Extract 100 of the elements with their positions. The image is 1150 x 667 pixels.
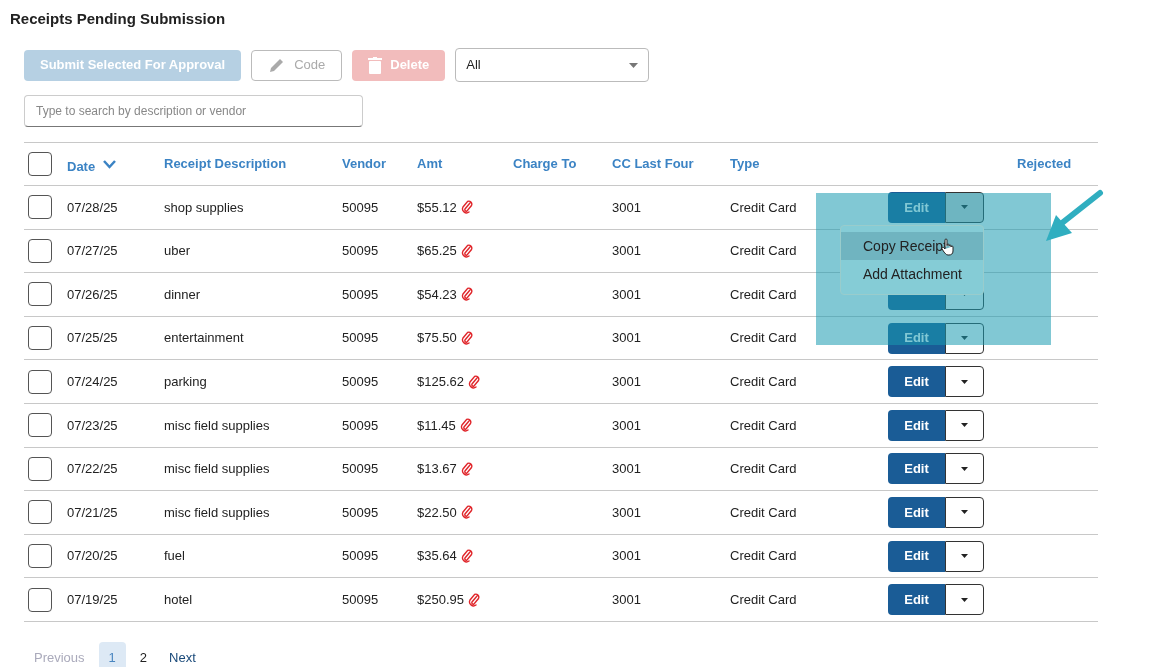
checkbox[interactable]: [28, 500, 52, 525]
next-link[interactable]: Next: [161, 641, 204, 667]
page-link[interactable]: 1: [98, 641, 126, 667]
card-last-four-cell: 3001: [612, 199, 641, 215]
caret-icon: [961, 554, 968, 559]
vendor-cell: 50095: [342, 286, 379, 302]
checkbox[interactable]: [28, 544, 52, 569]
description-cell: parking: [164, 373, 207, 389]
date-cell: 07/26/25: [67, 286, 118, 302]
dropdown-toggle[interactable]: [945, 409, 984, 441]
caret-icon: [961, 205, 968, 210]
checkbox[interactable]: [28, 152, 52, 176]
date-cell: 07/20/25: [67, 548, 118, 564]
column-header[interactable]: Type: [730, 156, 760, 172]
paperclip-icon[interactable]: [468, 374, 480, 389]
caret-icon: [961, 466, 968, 471]
vendor-cell: 50095: [342, 591, 379, 607]
paperclip-icon[interactable]: [460, 200, 473, 215]
caret-icon: [629, 62, 639, 68]
checkbox[interactable]: [28, 587, 52, 612]
edit-button[interactable]: Edit: [888, 366, 945, 398]
date-cell: 07/24/25: [67, 373, 118, 389]
description-cell: shop supplies: [164, 199, 244, 215]
description-cell: misc field supplies: [164, 461, 270, 477]
edit-button[interactable]: Edit: [888, 409, 945, 441]
checkbox[interactable]: [28, 326, 52, 351]
description-cell: misc field supplies: [164, 417, 270, 433]
checkbox[interactable]: [28, 238, 52, 263]
date-cell: 07/19/25: [67, 591, 118, 607]
paperclip-icon[interactable]: [460, 505, 473, 520]
paperclip-icon[interactable]: [460, 243, 473, 258]
vendor-cell: 50095: [342, 330, 379, 346]
amount-cell-text: $75.50: [417, 329, 457, 348]
dropdown-toggle[interactable]: [945, 453, 984, 485]
description-cell: entertainment: [164, 330, 244, 346]
type-cell: Credit Card: [730, 417, 797, 433]
checkbox[interactable]: [28, 456, 52, 481]
card-last-four-cell: 3001: [612, 286, 641, 302]
date-cell: 07/23/25: [67, 417, 118, 433]
date-cell: 07/27/25: [67, 243, 118, 259]
amount-cell-text: $250.95: [417, 590, 464, 609]
caret-icon: [961, 379, 968, 384]
amount-cell-text: $55.12: [417, 198, 457, 217]
paperclip-icon[interactable]: [460, 287, 473, 302]
menu-item[interactable]: Add Attachment: [841, 260, 983, 288]
amount-cell-text: $54.23: [417, 285, 457, 304]
paperclip-icon[interactable]: [460, 549, 473, 564]
amount-cell-text: $125.62: [417, 372, 464, 391]
type-cell: Credit Card: [730, 591, 797, 607]
type-cell: Credit Card: [730, 286, 797, 302]
description-cell: uber: [164, 243, 191, 259]
dropdown-toggle[interactable]: [945, 366, 984, 398]
edit-button[interactable]: Edit: [888, 584, 945, 616]
search-field[interactable]: Type to search by description or vendor: [24, 95, 363, 127]
vendor-cell: 50095: [342, 548, 379, 564]
checkbox[interactable]: [28, 282, 52, 307]
card-last-four-cell: 3001: [612, 417, 641, 433]
edit-button[interactable]: Edit: [888, 540, 945, 572]
caret-icon: [961, 510, 968, 515]
chevron-down-icon[interactable]: [103, 159, 117, 169]
dropdown-toggle[interactable]: [945, 191, 984, 223]
dropdown-toggle[interactable]: [945, 496, 984, 528]
amount-cell-text: $65.25: [417, 242, 457, 261]
caret-icon: [961, 597, 968, 602]
edit-button[interactable]: Edit: [888, 191, 945, 223]
vendor-cell: 50095: [342, 504, 379, 520]
edit-button[interactable]: Edit: [888, 322, 945, 354]
paperclip-icon[interactable]: [460, 331, 473, 346]
caret-icon: [961, 336, 968, 341]
dropdown-toggle[interactable]: [945, 584, 984, 616]
page-link[interactable]: 2: [129, 641, 158, 667]
column-header[interactable]: Rejected: [1017, 156, 1072, 172]
paperclip-icon[interactable]: [468, 592, 480, 607]
edit-button[interactable]: Edit: [888, 453, 945, 485]
dropdown-toggle[interactable]: [945, 322, 984, 354]
type-cell: Credit Card: [730, 461, 797, 477]
column-header[interactable]: CC Last Four: [612, 156, 694, 172]
paperclip-icon[interactable]: [459, 418, 472, 433]
paperclip-icon[interactable]: [460, 461, 473, 476]
trash-icon: [368, 56, 383, 74]
column-header[interactable]: Receipt Description: [164, 156, 287, 172]
type-cell: Credit Card: [730, 373, 797, 389]
column-header[interactable]: Vendor: [342, 156, 387, 172]
column-header[interactable]: Date: [67, 157, 96, 177]
checkbox[interactable]: [28, 195, 52, 220]
checkbox[interactable]: [28, 369, 52, 394]
card-last-four-cell: 3001: [612, 461, 641, 477]
edit-button[interactable]: Edit: [888, 496, 945, 528]
checkbox[interactable]: [28, 413, 52, 438]
card-last-four-cell: 3001: [612, 591, 641, 607]
dropdown-toggle[interactable]: [945, 540, 984, 572]
column-header[interactable]: Amt: [417, 156, 443, 172]
column-header[interactable]: Charge To: [513, 156, 577, 172]
filter-dropdown[interactable]: All: [455, 48, 650, 82]
card-last-four-cell: 3001: [612, 548, 641, 564]
page-title: Receipts Pending Submission: [10, 9, 226, 29]
card-last-four-cell: 3001: [612, 504, 641, 520]
amount-cell-text: $35.64: [417, 547, 457, 566]
type-cell: Credit Card: [730, 243, 797, 259]
caret-icon: [961, 292, 968, 297]
